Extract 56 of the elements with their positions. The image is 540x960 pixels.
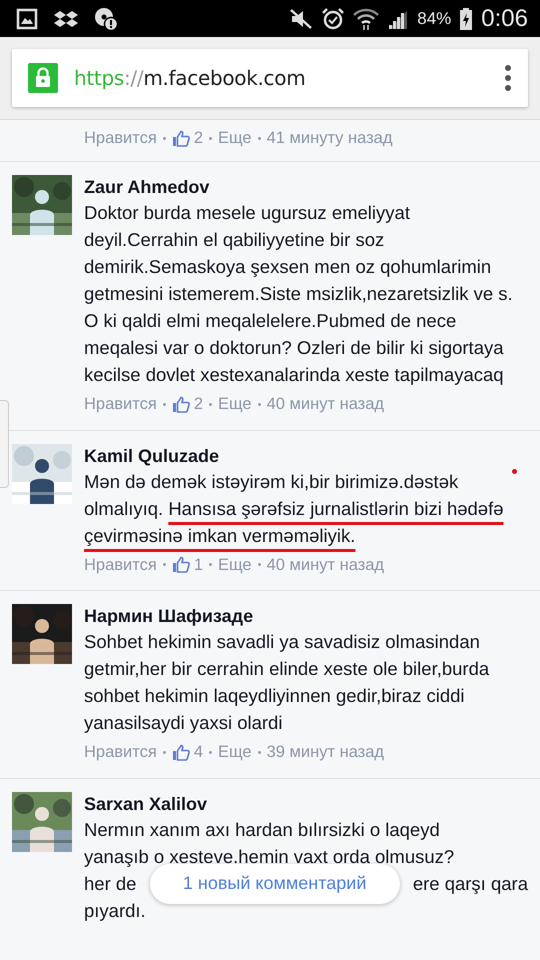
separator-dot — [258, 751, 261, 754]
gallery-icon — [16, 8, 38, 30]
separator-dot — [162, 402, 166, 406]
more-link[interactable]: Еще — [218, 740, 252, 765]
annotation-dot — [512, 469, 517, 474]
battery-percent: 84% — [417, 8, 452, 30]
comment-text: Mən də demək istəyirəm ki,bir birimizə.dəstək olmalıyıq. Hansısa şərəfsiz jurnalistlərin bizi hədəfə çevirməsinə imkan verməməliyik. — [84, 470, 504, 548]
like-link[interactable]: Нравится — [84, 552, 157, 578]
like-link[interactable]: Нравится — [84, 392, 157, 416]
author-name[interactable]: Sarxan Xalilov — [84, 792, 528, 816]
thumbs-up-icon — [172, 556, 190, 574]
timestamp: 40 минут назад — [266, 394, 384, 415]
timestamp: 40 минут назад — [266, 554, 384, 576]
comment-text: pıyardı. — [84, 899, 146, 923]
comment-text: Doktor burda mesele ugursuz emeliyyat deyil.Cerrahin el qabiliyyetine bir soz demirik.Semaskoya şexsen men oz qohumlarimin getmesini istemerem.Siste msizlik,nezaretsizlik ve s. O ki qaldi elmi meqalelelere.Pubmed de nece meqalesi var o doktorun? Ozleri de bilir ki sigortaya kecilse dovlet xestexanalarinda xeste tapilmayacaq — [84, 200, 514, 387]
author-name[interactable]: Kamil Quluzade — [84, 444, 528, 468]
author-name[interactable]: Zaur Ahmedov — [84, 174, 528, 199]
lock-icon — [28, 63, 58, 93]
thumbs-up-icon — [172, 130, 190, 147]
comment-text: ere qarşı qara — [412, 872, 528, 896]
comment-text: Sohbet hekimin savadli ya savadisiz olmasindan getmir,her bir cerrahin elinde xeste ole biler,burda sohbet hekimin laqeydliyinnen gedir,biraz ciddi yanasilsaydi yaxsi olardi — [84, 630, 490, 736]
new-comments-button[interactable]: 1 новый комментарий — [150, 864, 400, 904]
more-link[interactable]: Еще — [218, 392, 252, 416]
separator-dot — [209, 136, 212, 140]
clock: 0:06 — [481, 4, 528, 34]
like-link[interactable]: Нравится — [84, 126, 157, 151]
comment-text: her de — [84, 872, 136, 896]
separator-dot — [258, 563, 261, 566]
separator-dot — [209, 563, 212, 566]
side-handle[interactable] — [0, 400, 9, 488]
comment-text: Nermın xanım axı hardan bılırsizki o laqeyd — [84, 818, 440, 842]
separator-dot — [162, 563, 166, 566]
menu-icon[interactable] — [504, 65, 512, 91]
more-link[interactable]: Еще — [218, 126, 252, 151]
timestamp: 39 минут назад — [266, 742, 384, 764]
alarm-icon — [321, 6, 346, 30]
thumbs-up-icon — [172, 744, 190, 762]
separator-dot — [258, 402, 261, 406]
more-link[interactable]: Еще — [218, 552, 252, 578]
like-count: 1 — [194, 554, 203, 576]
thumbs-up-icon — [172, 396, 190, 413]
timestamp: 41 минуту назад — [266, 128, 392, 149]
separator-dot — [258, 136, 261, 140]
separator-dot — [162, 751, 166, 754]
wifi-icon — [353, 6, 380, 30]
separator-dot — [209, 402, 212, 406]
like-count: 2 — [194, 394, 203, 415]
like-count: 2 — [194, 128, 203, 149]
battery-charging-icon — [459, 6, 474, 30]
author-name[interactable]: Нармин Шафизаде — [84, 604, 528, 628]
disc-warning-icon — [94, 6, 118, 30]
separator-dot — [162, 136, 166, 140]
like-link[interactable]: Нравится — [84, 740, 157, 765]
mute-icon — [289, 6, 314, 30]
like-count: 4 — [194, 742, 203, 764]
separator-dot — [209, 751, 212, 754]
